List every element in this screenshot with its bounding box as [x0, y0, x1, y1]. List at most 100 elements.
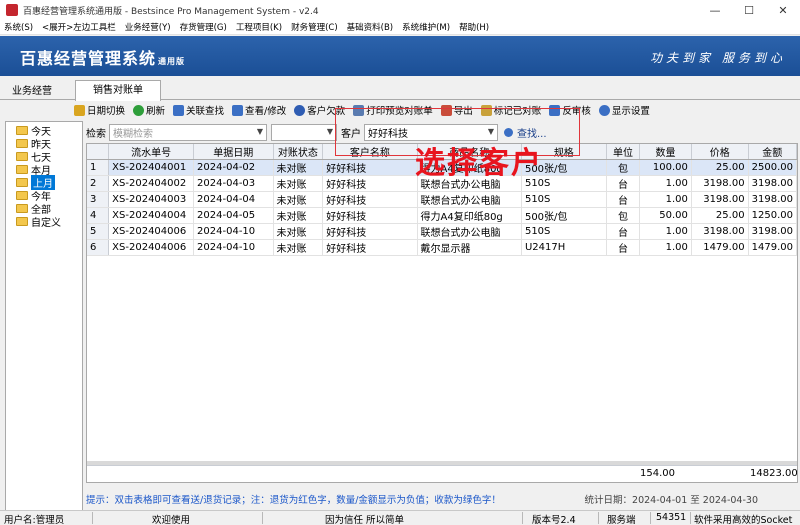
serial-no-cell: XS-202404006	[108, 239, 195, 256]
status-separator	[650, 512, 651, 524]
view-edit-button[interactable]: 查看/修改	[232, 103, 286, 117]
maximize-button[interactable]: ☐	[732, 0, 766, 20]
date-switch-button[interactable]: 日期切换	[74, 103, 125, 117]
customer-debt-icon	[294, 104, 306, 116]
total-amount: 14823.00	[750, 468, 798, 479]
menu-system[interactable]: 系统(S)	[4, 21, 33, 33]
price-cell: 3198.00	[691, 223, 749, 240]
header-quantity[interactable]: 数量	[639, 144, 692, 160]
window-title: 百惠经营管理系统通用版 - Bestsince Pro Management S…	[23, 6, 319, 17]
menu-projects[interactable]: 工程项目(K)	[236, 21, 282, 33]
table-row[interactable]: 6 XS-202404006 2024-04-10 未对账 好好科技 戴尔显示器…	[87, 239, 797, 256]
view-edit-icon	[232, 104, 244, 116]
folder-icon	[16, 191, 28, 200]
status-bar: 用户名:管理员 欢迎使用 因为信任 所以简单 版本号2.4 服务端 54351 …	[0, 510, 800, 525]
serial-no-cell: XS-202404002	[108, 175, 195, 192]
header-price[interactable]: 价格	[691, 144, 749, 160]
link-search-button[interactable]: 关联查找	[173, 103, 224, 117]
header-serial-no[interactable]: 流水单号	[108, 144, 195, 160]
quantity-cell: 1.00	[639, 175, 692, 192]
spec-cell: 500张/包	[521, 207, 607, 224]
table-row[interactable]: 4 XS-202404004 2024-04-05 未对账 好好科技 得力A4复…	[87, 207, 797, 224]
status-separator	[690, 512, 691, 524]
minimize-button[interactable]: —	[698, 0, 732, 20]
display-settings-button[interactable]: 显示设置	[598, 103, 650, 117]
unit-cell: 台	[606, 191, 641, 208]
menu-expand-left-toolbar[interactable]: <展开>左边工具栏	[42, 21, 116, 33]
row-number: 1	[87, 159, 110, 176]
statement-grid: 流水单号 单据日期 对账状态 客户名称 商品名称 规格 单位 数量 价格 金额 …	[86, 143, 798, 483]
status-port: 54351	[656, 512, 687, 523]
product-cell: 戴尔显示器	[417, 239, 522, 256]
status-motto: 因为信任 所以简单	[325, 515, 405, 525]
title-bar: 百惠经营管理系统通用版 - Bestsince Pro Management S…	[0, 0, 800, 20]
header-unit[interactable]: 单位	[606, 144, 641, 160]
product-cell: 联想台式办公电脑	[417, 191, 522, 208]
amount-cell: 3198.00	[748, 175, 797, 192]
refresh-button[interactable]: 刷新	[133, 103, 165, 117]
menu-maintenance[interactable]: 系统维护(M)	[402, 21, 450, 33]
amount-cell: 2500.00	[748, 159, 797, 176]
header-amount[interactable]: 金额	[748, 144, 797, 160]
hint-text: 提示：双击表格即可查看送/退货记录；注：退货为红色字，数量/金额显示为负值；收款…	[86, 495, 501, 506]
quantity-cell: 1.00	[639, 223, 692, 240]
unit-cell: 台	[606, 175, 641, 192]
status-server: 服务端	[607, 515, 636, 525]
status-cell: 未对账	[273, 175, 324, 192]
menu-basic-data[interactable]: 基础资料(B)	[347, 21, 393, 33]
refresh-icon	[133, 104, 145, 116]
menu-inventory[interactable]: 存货管理(G)	[180, 21, 227, 33]
menu-business[interactable]: 业务经营(Y)	[125, 21, 171, 33]
brand-slogan: 功夫到家 服务到心	[650, 51, 786, 65]
status-version: 版本号2.4	[532, 515, 576, 525]
amount-cell: 3198.00	[748, 191, 797, 208]
total-quantity: 154.00	[640, 468, 675, 479]
status-cell: 未对账	[273, 191, 324, 208]
chevron-down-icon: ▼	[256, 126, 263, 136]
spec-cell: U2417H	[521, 239, 607, 256]
product-cell: 联想台式办公电脑	[417, 223, 522, 240]
customer-cell: 好好科技	[322, 239, 418, 256]
serial-no-cell: XS-202404001	[108, 159, 195, 176]
date-cell: 2024-04-02	[193, 159, 274, 176]
price-cell: 25.00	[691, 159, 749, 176]
brand-logo: 百惠经营管理系统 通用版	[20, 49, 186, 68]
link-search-icon	[173, 104, 185, 116]
fuzzy-search-combo[interactable]: 模糊检索 ▼	[109, 123, 267, 141]
quantity-cell: 50.00	[639, 207, 692, 224]
header-status[interactable]: 对账状态	[273, 144, 324, 160]
field-select-combo[interactable]: ▼	[271, 123, 337, 141]
customer-cell: 好好科技	[322, 159, 418, 176]
close-button[interactable]: ✕	[766, 0, 800, 20]
price-cell: 3198.00	[691, 191, 749, 208]
status-separator	[598, 512, 599, 524]
unit-cell: 台	[606, 239, 641, 256]
amount-cell: 3198.00	[748, 223, 797, 240]
header-date[interactable]: 单据日期	[193, 144, 274, 160]
table-row[interactable]: 5 XS-202404006 2024-04-10 未对账 好好科技 联想台式办…	[87, 223, 797, 240]
price-cell: 1479.00	[691, 239, 749, 256]
folder-icon	[16, 204, 28, 213]
tab-sales-statement[interactable]: 销售对账单	[75, 80, 161, 101]
tree-item-custom[interactable]: 自定义	[6, 215, 82, 229]
nav-business[interactable]: 业务经营	[12, 82, 52, 97]
status-socket: 软件采用高效的Socket	[694, 515, 793, 525]
date-cell: 2024-04-05	[193, 207, 274, 224]
serial-no-cell: XS-202404004	[108, 207, 195, 224]
unit-cell: 包	[606, 207, 641, 224]
date-cell: 2024-04-04	[193, 191, 274, 208]
status-separator	[262, 512, 263, 524]
unit-cell: 包	[606, 159, 641, 176]
customer-cell: 好好科技	[322, 223, 418, 240]
spec-cell: 510S	[521, 223, 607, 240]
menu-finance[interactable]: 财务管理(C)	[291, 21, 338, 33]
table-row[interactable]: 3 XS-202404003 2024-04-04 未对账 好好科技 联想台式办…	[87, 191, 797, 208]
row-number: 5	[87, 223, 110, 240]
status-separator	[92, 512, 93, 524]
status-cell: 未对账	[273, 239, 324, 256]
search-placeholder: 模糊检索	[113, 128, 153, 140]
hint-bar: 提示：双击表格即可查看送/退货记录；注：退货为红色字，数量/金额显示为负值；收款…	[86, 491, 798, 507]
row-number: 3	[87, 191, 110, 208]
amount-cell: 1479.00	[748, 239, 797, 256]
menu-help[interactable]: 帮助(H)	[459, 21, 489, 33]
